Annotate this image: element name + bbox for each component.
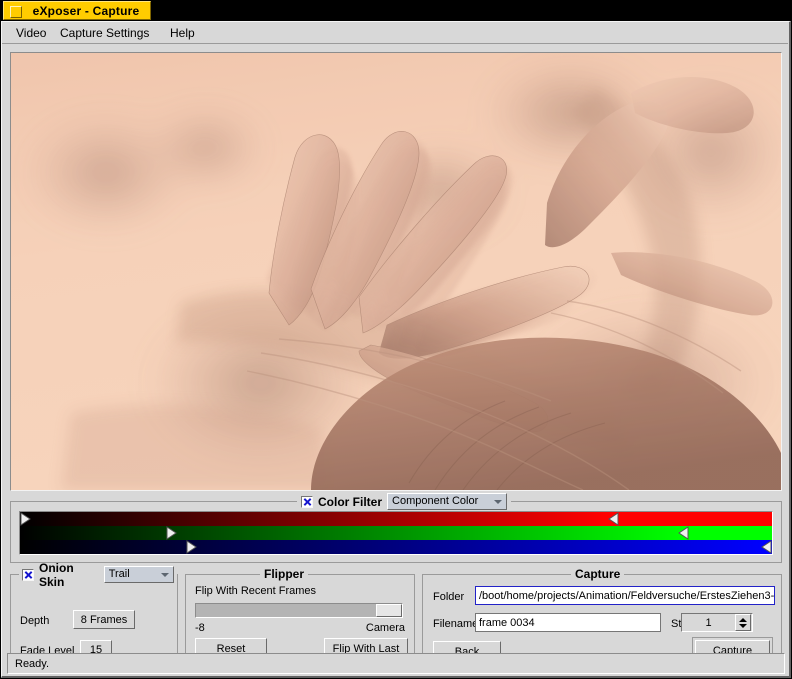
flip-slider-max-label: Camera xyxy=(365,622,405,634)
green-channel-gradient[interactable] xyxy=(20,526,772,540)
step-stepper[interactable]: 1 xyxy=(681,613,753,632)
chevron-up-icon[interactable] xyxy=(739,617,747,622)
flip-slider-label: Flip With Recent Frames xyxy=(195,585,317,597)
onion-skin-mode-dropdown[interactable]: Trail xyxy=(103,566,174,583)
flipper-title: Flipper xyxy=(260,567,309,581)
flip-slider-min-label: -8 xyxy=(195,622,205,634)
red-channel-gradient[interactable] xyxy=(20,512,772,526)
window-title-tab[interactable]: eXposer - Capture xyxy=(3,1,151,20)
chevron-down-icon xyxy=(494,499,503,504)
rgb-range-sliders[interactable] xyxy=(19,511,773,555)
color-filter-mode-dropdown[interactable]: Component Color xyxy=(387,493,508,510)
onion-skin-composite-image xyxy=(11,53,781,490)
blue-low-marker[interactable] xyxy=(186,540,197,554)
onion-skin-legend: Onion Skin Trail xyxy=(19,561,177,589)
red-low-marker[interactable] xyxy=(20,512,31,526)
filename-label: Filename xyxy=(433,618,479,630)
depth-value[interactable]: 8 Frames xyxy=(73,610,135,629)
status-text: Ready. xyxy=(15,657,50,670)
color-filter-label: Color Filter xyxy=(318,494,383,509)
menu-video[interactable]: Video xyxy=(10,25,52,41)
video-preview[interactable] xyxy=(10,52,782,491)
color-filter-group: Color Filter Component Color xyxy=(10,493,782,563)
folder-label: Folder xyxy=(433,591,465,603)
flip-slider-thumb[interactable] xyxy=(376,604,402,617)
menu-capture-settings[interactable]: Capture Settings xyxy=(54,25,155,41)
step-value: 1 xyxy=(705,616,712,629)
red-high-marker[interactable] xyxy=(608,512,619,526)
color-filter-legend: Color Filter Component Color xyxy=(297,493,512,510)
status-bar: Ready. xyxy=(7,653,785,674)
window-title: eXposer - Capture xyxy=(32,4,140,18)
menu-help[interactable]: Help xyxy=(164,25,201,41)
flip-frames-slider[interactable] xyxy=(195,603,403,618)
filename-input[interactable]: frame 0034 xyxy=(475,613,661,632)
green-low-marker[interactable] xyxy=(166,526,177,540)
chevron-down-icon xyxy=(161,572,169,577)
blue-channel-gradient[interactable] xyxy=(20,540,772,554)
color-filter-checkbox[interactable] xyxy=(301,495,313,508)
app-window: eXposer - Capture Video Capture Settings… xyxy=(0,0,792,679)
stepper-arrows[interactable] xyxy=(735,614,751,631)
green-high-marker[interactable] xyxy=(678,526,689,540)
onion-skin-mode-value: Trail xyxy=(108,568,130,580)
color-filter-mode-value: Component Color xyxy=(392,495,479,507)
folder-input[interactable]: /boot/home/projects/Animation/Feldversuc… xyxy=(475,586,775,605)
depth-label: Depth xyxy=(20,615,50,627)
title-bar[interactable]: eXposer - Capture xyxy=(0,0,792,21)
capture-title: Capture xyxy=(571,567,625,581)
blue-high-marker[interactable] xyxy=(761,540,772,554)
client-area: Video Capture Settings Help Color Filter… xyxy=(1,21,791,678)
onion-skin-label: Onion Skin xyxy=(39,560,74,589)
onion-skin-checkbox[interactable] xyxy=(22,568,34,581)
close-icon[interactable] xyxy=(10,6,22,18)
menu-bar: Video Capture Settings Help xyxy=(2,22,788,44)
chevron-down-icon[interactable] xyxy=(739,623,747,628)
